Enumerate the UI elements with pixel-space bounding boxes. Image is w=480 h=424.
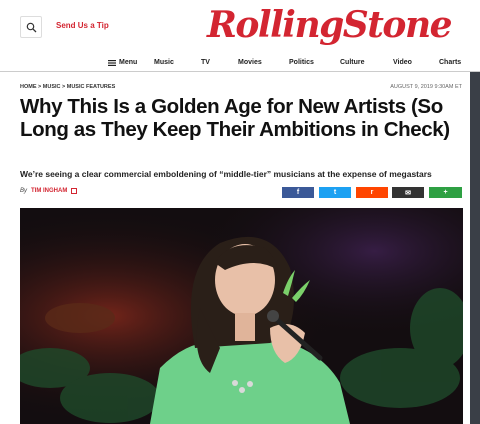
hero-photo bbox=[20, 208, 463, 424]
search-button[interactable] bbox=[20, 16, 42, 38]
nav-item-video[interactable]: Video bbox=[393, 59, 412, 66]
nav-item-culture[interactable]: Culture bbox=[340, 59, 365, 66]
hamburger-icon bbox=[108, 59, 116, 66]
search-icon bbox=[26, 22, 36, 32]
nav-item-charts[interactable]: Charts bbox=[439, 59, 461, 66]
article-date: AUGUST 9, 2019 9:30AM ET bbox=[390, 84, 462, 90]
twitter-icon: t bbox=[333, 189, 337, 196]
author-profile-icon bbox=[71, 188, 78, 194]
facebook-icon: f bbox=[296, 189, 300, 196]
share-facebook-button[interactable]: f bbox=[282, 187, 314, 198]
share-reddit-button[interactable]: r bbox=[356, 187, 388, 198]
send-tip-link[interactable]: Send Us a Tip bbox=[56, 21, 109, 30]
adjacent-image-edge bbox=[470, 72, 480, 424]
share-more-button[interactable]: + bbox=[429, 187, 462, 198]
site-logo[interactable]: RollingStone bbox=[207, 4, 453, 46]
breadcrumb[interactable]: HOME > MUSIC > MUSIC FEATURES bbox=[20, 84, 115, 90]
author-link[interactable]: TIM INGHAM bbox=[31, 188, 67, 194]
nav-item-movies[interactable]: Movies bbox=[238, 59, 262, 66]
nav-item-tv[interactable]: TV bbox=[201, 59, 210, 66]
byline: By TIM INGHAM bbox=[20, 188, 78, 194]
reddit-icon: r bbox=[370, 189, 374, 196]
singer-photo-illustration bbox=[20, 208, 463, 424]
plus-icon: + bbox=[443, 189, 448, 196]
menu-button[interactable]: Menu bbox=[108, 59, 137, 66]
email-icon: ✉ bbox=[405, 189, 411, 197]
share-email-button[interactable]: ✉ bbox=[392, 187, 424, 198]
menu-label: Menu bbox=[119, 59, 138, 66]
site-header: Send Us a Tip RollingStone bbox=[0, 0, 480, 56]
article-dek: We’re seeing a clear commercial embolden… bbox=[20, 169, 432, 179]
main-nav: Menu Music TV Movies Politics Culture Vi… bbox=[0, 56, 480, 72]
byline-prefix: By bbox=[20, 188, 28, 194]
share-twitter-button[interactable]: t bbox=[319, 187, 351, 198]
nav-item-music[interactable]: Music bbox=[154, 59, 174, 66]
article-headline: Why This Is a Golden Age for New Artists… bbox=[20, 95, 450, 141]
nav-item-politics[interactable]: Politics bbox=[289, 59, 314, 66]
